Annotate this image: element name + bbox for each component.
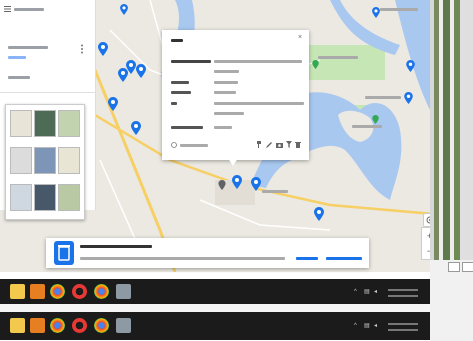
background-windows [430,0,473,341]
chrome-icon-2[interactable] [94,318,109,333]
delete-icon[interactable] [295,141,301,148]
notification-title [80,245,152,248]
map-style-thumb[interactable] [58,147,80,174]
map-pin-icon[interactable] [126,60,136,74]
trash-icon [54,241,74,265]
place-label [262,190,288,193]
popup-row-value [214,102,304,105]
popup-pointer [228,158,238,166]
map-style-thumb[interactable] [34,184,56,211]
edit-icon[interactable] [266,141,272,148]
map-pin-selected-icon[interactable] [232,175,242,189]
map-title[interactable] [8,46,48,49]
popup-row-value [214,81,238,84]
panel-header-text [14,8,44,11]
filter-icon[interactable] [286,141,292,148]
map-pin-icon[interactable] [136,64,146,78]
clock[interactable] [388,289,418,297]
stacked-window-edges[interactable] [430,0,473,260]
window-control-icon[interactable] [462,262,473,272]
network-icon[interactable]: ▤ [364,320,370,332]
taskbar: ^ ▤ ◂ [0,279,430,304]
tray-up-icon[interactable]: ^ [354,286,357,298]
feature-info-popup: × [162,30,309,160]
chrome-icon-2[interactable] [94,284,109,299]
popup-row-label [171,126,203,129]
popup-field-value [214,70,239,73]
poi-marker-icon[interactable] [372,115,379,124]
notification-snackbar [46,238,369,268]
popup-field-value [214,60,302,63]
map-style-thumb[interactable] [34,147,56,174]
map-pin-small-icon[interactable] [218,180,226,190]
map-pin-icon[interactable] [251,177,261,191]
popup-row-value-cont [214,112,244,115]
map-style-thumb[interactable] [10,147,32,174]
tray-up-icon[interactable]: ^ [354,320,357,332]
notification-body [80,257,285,260]
clock[interactable] [388,323,418,331]
media-player-icon[interactable] [30,318,45,333]
menu-icon[interactable] [4,6,11,12]
notification-secondary-button[interactable] [326,257,362,260]
chrome-icon[interactable] [50,284,65,299]
window-control-icon[interactable] [448,262,460,272]
notification-action-button[interactable] [296,257,318,260]
panel-meta [8,76,30,79]
popup-row-value [214,91,236,94]
file-explorer-icon[interactable] [10,284,25,299]
map-pin-icon[interactable] [108,97,118,111]
map-pin-icon[interactable] [404,92,413,104]
poi-marker-icon[interactable] [312,60,319,69]
popup-row-label [171,91,191,94]
app-icon[interactable] [116,318,131,333]
opera-icon[interactable] [72,284,87,299]
app-icon[interactable] [116,284,131,299]
map-style-thumb[interactable] [58,110,80,137]
file-explorer-icon[interactable] [10,318,25,333]
close-icon[interactable]: × [298,34,302,41]
popup-title [171,39,183,42]
place-label [380,8,418,11]
map-style-thumb[interactable] [10,110,32,137]
popup-row-value [214,126,232,129]
road-minor-4 [99,159,141,251]
map-subtitle [8,56,26,59]
map-pin-icon[interactable] [120,4,128,15]
popup-row-label [171,102,177,105]
map-pin-icon[interactable] [314,207,324,221]
system-tray: ^ ▤ ◂ [354,320,424,332]
media-player-icon[interactable] [30,284,45,299]
map-pin-icon[interactable] [372,7,380,18]
network-icon[interactable]: ▤ [364,286,370,298]
map-pin-icon[interactable] [98,42,108,56]
popup-row-label [171,81,189,84]
popup-footer-link[interactable] [180,144,208,147]
map-style-thumb[interactable] [34,110,56,137]
style-icon[interactable] [171,142,177,148]
place-label [365,96,401,99]
volume-icon[interactable]: ◂ [374,320,377,332]
divider [0,92,95,93]
system-tray: ^ ▤ ◂ [354,286,424,298]
chrome-icon[interactable] [50,318,65,333]
opera-icon[interactable] [72,318,87,333]
taskbar-secondary: ^ ▤ ◂ [0,312,430,340]
volume-icon[interactable]: ◂ [374,286,377,298]
screen-gap [0,304,430,312]
base-map-selector [5,104,85,220]
more-options-icon[interactable] [80,44,84,54]
map-pin-icon[interactable] [131,121,141,135]
paint-icon[interactable] [256,141,262,148]
place-label [352,125,382,128]
map-style-thumb[interactable] [10,184,32,211]
place-label [318,56,358,59]
popup-field-label [171,60,211,63]
camera-icon[interactable] [276,141,283,148]
map-style-thumb[interactable] [58,184,80,211]
map-pin-icon[interactable] [406,60,415,72]
